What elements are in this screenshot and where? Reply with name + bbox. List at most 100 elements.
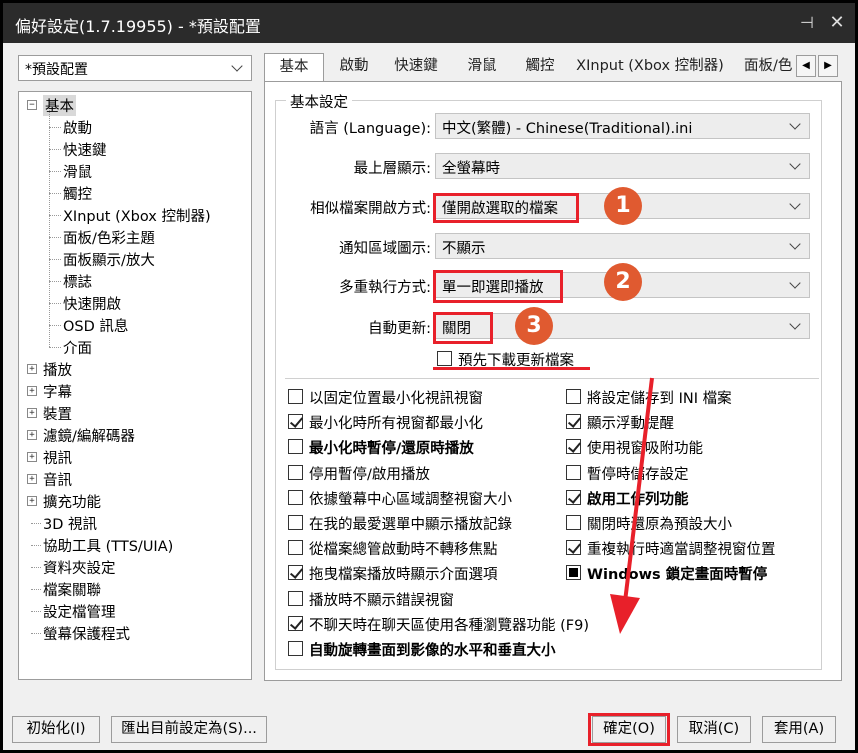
expand-icon[interactable]: + [27, 430, 37, 440]
checkbox-box[interactable] [566, 515, 581, 530]
checkbox-box[interactable] [288, 464, 303, 480]
expand-icon[interactable]: + [27, 452, 37, 462]
tree-item-child[interactable]: 面板/色彩主題 [19, 226, 249, 248]
checkbox-box[interactable] [566, 389, 581, 404]
checkbox-label: 依據螢幕中心區域調整視窗大小 [309, 491, 512, 508]
tree-item-expandable[interactable]: + 濾鏡/編解碼器 [19, 424, 249, 446]
tree-item-root[interactable]: − 基本 [19, 94, 249, 116]
tree-item-child[interactable]: 觸控 [19, 182, 249, 204]
tree-item-child[interactable]: XInput (Xbox 控制器) [19, 204, 249, 226]
tree-item-child[interactable]: 快速鍵 [19, 138, 249, 160]
checkbox-box[interactable] [566, 464, 581, 480]
tree-item-leaf[interactable]: 資料夾設定 [19, 556, 249, 578]
tab-item[interactable]: XInput (Xbox 控制器) [572, 53, 728, 81]
tree-connector [49, 237, 61, 238]
tree-item-child[interactable]: 快速開啟 [19, 292, 249, 314]
form-label: 相似檔案開啟方式: [310, 201, 431, 217]
apply-button[interactable]: 套用(A) [762, 716, 836, 743]
chevron-down-icon [789, 277, 801, 289]
tab-item[interactable]: 啟動 [328, 53, 380, 81]
tab-item[interactable]: 基本 [264, 53, 324, 83]
checkbox-box[interactable] [566, 565, 581, 581]
tab-item[interactable]: 快速鍵 [384, 53, 448, 81]
checkbox-box[interactable] [288, 615, 303, 631]
tree-item-label: 啟動 [63, 121, 92, 137]
highlight-multi-instance [433, 270, 563, 303]
checkbox-box[interactable] [288, 641, 303, 656]
export-settings-button[interactable]: 匯出目前設定為(S)... [111, 716, 267, 743]
tab-item[interactable]: 滑鼠 [454, 53, 510, 81]
highlight-ok-button [588, 713, 670, 746]
collapse-icon[interactable]: − [27, 100, 37, 110]
checkbox-box[interactable] [566, 414, 581, 430]
tab-item[interactable]: 觸控 [514, 53, 566, 81]
tree-item-child[interactable]: 介面 [19, 336, 249, 358]
tree-connector [49, 149, 61, 150]
tree-item-leaf[interactable]: 設定檔管理 [19, 600, 249, 622]
tree-item-leaf[interactable]: 協助工具 (TTS/UIA) [19, 534, 249, 556]
checkbox-box[interactable] [566, 489, 581, 505]
tree-item-label: OSD 訊息 [63, 319, 129, 335]
profile-select[interactable]: *預設配置 [18, 55, 252, 81]
tree-connector [49, 215, 61, 216]
profile-value: *預設配置 [25, 62, 88, 78]
expand-icon[interactable]: + [27, 408, 37, 418]
tree-connector [31, 567, 41, 568]
checkbox-box[interactable] [288, 389, 303, 404]
checkbox-box[interactable] [288, 439, 303, 455]
checkbox-box[interactable] [288, 590, 303, 606]
expand-icon[interactable]: + [27, 474, 37, 484]
tree-item-expandable[interactable]: + 擴充功能 [19, 490, 249, 512]
tree-item-label: 面板顯示/放大 [63, 253, 155, 269]
pin-icon[interactable]: ⊣ [795, 11, 819, 35]
tree-item-child[interactable]: 滑鼠 [19, 160, 249, 182]
tree-connector [31, 589, 41, 590]
tree-item-leaf[interactable]: 3D 視訊 [19, 512, 249, 534]
checkbox-label: 從檔案總管啟動時不轉移焦點 [309, 542, 498, 559]
tab-scroll-left-icon[interactable]: ◀ [796, 55, 816, 77]
tree-item-child[interactable]: 標誌 [19, 270, 249, 292]
checkbox-box[interactable] [288, 414, 303, 430]
form-combo[interactable]: 全螢幕時 [435, 153, 810, 179]
tree-item-child[interactable]: OSD 訊息 [19, 314, 249, 336]
settings-tree[interactable]: − 基本啟動 快速鍵 滑鼠 觸控 XInput (Xbox 控制器) 面板/色彩主題面板顯示… [18, 91, 252, 680]
expand-icon[interactable]: + [27, 386, 37, 396]
annotation-arrow-icon [610, 377, 654, 634]
tab-item[interactable]: 面板/色 [732, 53, 794, 81]
checkbox-label: 以固定位置最小化視訊視窗 [309, 391, 483, 407]
init-button[interactable]: 初始化(I) [12, 716, 100, 743]
tree-item-leaf[interactable]: 檔案關聯 [19, 578, 249, 600]
form-combo[interactable]: 不顯示 [435, 233, 810, 259]
checkbox-box[interactable] [288, 565, 303, 581]
tree-item-expandable[interactable]: + 音訊 [19, 468, 249, 490]
cancel-button[interactable]: 取消(C) [677, 716, 751, 743]
basic-settings-group: 基本設定 [275, 91, 822, 670]
tree-connector [49, 259, 61, 260]
tree-item-child[interactable]: 面板顯示/放大 [19, 248, 249, 270]
tree-item-leaf[interactable]: 螢幕保護程式 [19, 622, 249, 644]
tree-connector [31, 523, 41, 524]
form-label: 最上層顯示: [353, 161, 431, 177]
tree-item-expandable[interactable]: + 播放 [19, 358, 249, 380]
checkbox-box[interactable] [566, 439, 581, 455]
checkbox-box[interactable] [288, 489, 303, 505]
close-icon[interactable]: ✕ [825, 11, 849, 35]
checkbox-box[interactable] [437, 351, 452, 366]
tree-item-label: 視訊 [43, 451, 72, 467]
tree-item-expandable[interactable]: + 視訊 [19, 446, 249, 468]
checkbox-box[interactable] [566, 540, 581, 556]
checkbox-label: 拖曳檔案播放時顯示介面選項 [309, 567, 498, 584]
checkbox-box[interactable] [288, 540, 303, 556]
tree-item-expandable[interactable]: + 裝置 [19, 402, 249, 424]
tree-item-child[interactable]: 啟動 [19, 116, 249, 138]
tab-scroll-right-icon[interactable]: ▶ [818, 55, 838, 77]
tree-item-expandable[interactable]: + 字幕 [19, 380, 249, 402]
underline-predownload [433, 367, 590, 370]
expand-icon[interactable]: + [27, 364, 37, 374]
form-combo[interactable]: 中文(繁體) - Chinese(Traditional).ini [435, 113, 810, 139]
tree-item-label: 濾鏡/編解碼器 [43, 429, 135, 445]
checkbox-box[interactable] [288, 515, 303, 530]
tree-connector [49, 325, 61, 326]
expand-icon[interactable]: + [27, 496, 37, 506]
chevron-down-icon [789, 238, 801, 250]
